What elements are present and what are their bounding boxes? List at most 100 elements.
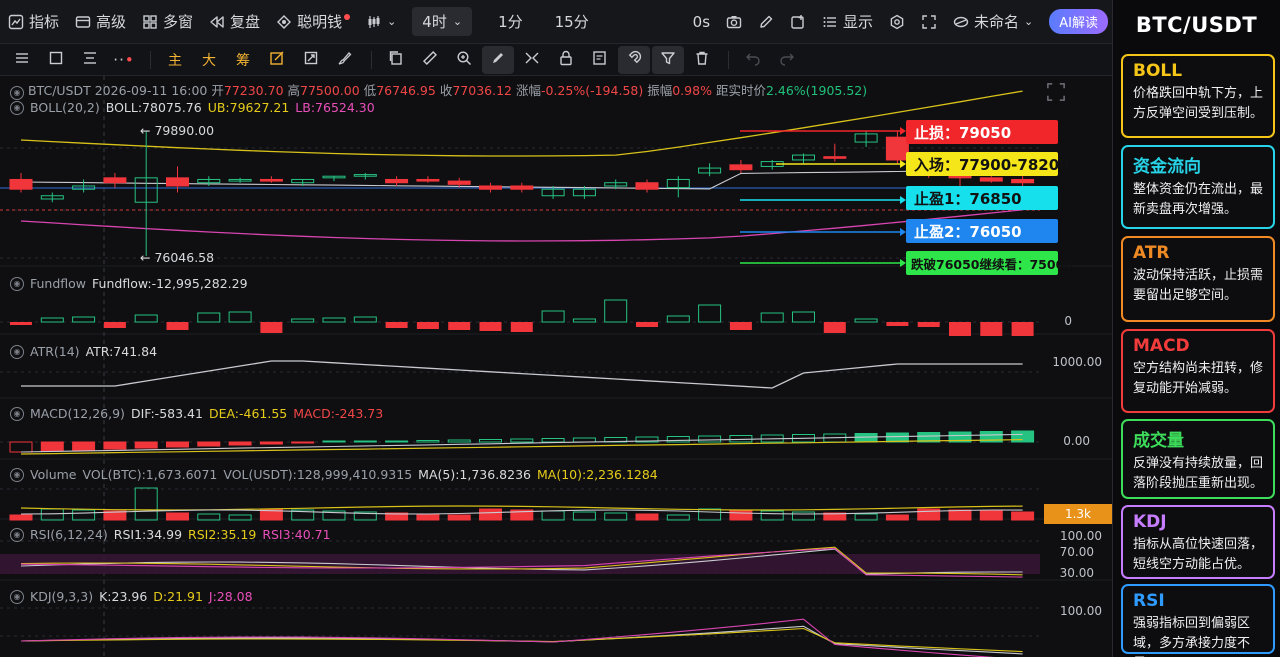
rect-button[interactable] — [40, 46, 72, 74]
eye-icon[interactable]: ◉ — [10, 100, 24, 115]
replay-label: 复盘 — [230, 13, 261, 31]
new-window-button[interactable] — [782, 0, 814, 43]
chart-area[interactable]: ◉ BTC/USDT 2026-09-11 16:00 开77230.70 高7… — [0, 76, 1112, 657]
volume-ma10: MA(10):2,236.1284 — [536, 467, 658, 482]
expand-icon[interactable] — [1046, 82, 1066, 102]
volume-bar — [885, 514, 909, 521]
change-label: 涨幅 — [515, 83, 541, 98]
magnet-icon — [626, 50, 642, 70]
tool-symmetry[interactable] — [516, 46, 548, 74]
tool-edit[interactable] — [261, 46, 293, 74]
card-title: KDJ — [1133, 512, 1167, 532]
edit-box-icon — [269, 50, 285, 70]
zoom-in-icon — [456, 50, 472, 70]
tool-chips[interactable]: 筹 — [227, 46, 259, 74]
fundflow-axis-zero: 0 — [1064, 314, 1072, 328]
undo-button[interactable] — [737, 46, 769, 74]
symbol: BTC/USDT — [27, 83, 91, 98]
volume-bar — [479, 508, 502, 521]
tool-transform[interactable] — [295, 46, 327, 74]
advanced-button[interactable]: 高级 — [67, 0, 134, 43]
tool-brush[interactable] — [329, 46, 361, 74]
eye-icon[interactable]: ◉ — [10, 276, 24, 291]
macd-axis: 0.00 — [1063, 434, 1090, 448]
menu-button[interactable] — [6, 46, 38, 74]
macd-bar — [416, 440, 440, 443]
fundflow-value: Fundflow:-12,995,282.29 — [92, 276, 248, 291]
tool-note[interactable] — [584, 46, 616, 74]
period-selected[interactable]: 4时 ⌄ — [412, 7, 473, 36]
close-label: 收 — [439, 83, 453, 98]
fundflow-bar — [10, 322, 32, 325]
candle-body — [416, 178, 440, 182]
tool-large[interactable]: 大 — [193, 46, 225, 74]
settings-button[interactable] — [881, 0, 913, 43]
rsi2: RSI2:35.19 — [188, 527, 257, 542]
candle-body — [385, 178, 409, 184]
screenshot-button[interactable] — [718, 0, 750, 43]
candle-time: 2026-09-11 16:00 — [94, 83, 208, 98]
macd-bar — [259, 441, 283, 445]
fundflow-bar — [604, 299, 628, 323]
tool-pen[interactable] — [482, 45, 514, 74]
draw-button[interactable] — [750, 0, 782, 43]
panel-title: BTC/USDT — [1135, 13, 1258, 37]
candle-body — [479, 185, 502, 190]
fundflow-bar — [353, 316, 377, 323]
tool-filter[interactable] — [652, 45, 684, 74]
eye-icon[interactable]: ◉ — [10, 85, 24, 100]
tool-zoom[interactable] — [448, 46, 480, 74]
display-button[interactable]: 显示 — [814, 0, 881, 43]
tool-magnet[interactable] — [618, 45, 650, 74]
multi-window-button[interactable]: 多窗 — [134, 0, 201, 43]
tool-lock[interactable] — [550, 46, 582, 74]
tool-main[interactable]: 主 — [159, 46, 191, 74]
fullscreen-button[interactable] — [913, 0, 945, 43]
fundflow-bar — [666, 315, 690, 323]
layout-button[interactable]: 未命名 ⌄ — [945, 0, 1041, 43]
drawing-toolbar: ··• 主 大 筹 — [0, 44, 1112, 76]
amplitude-value: 0.98% — [672, 83, 712, 98]
indicator-button[interactable]: 指标 — [0, 0, 67, 43]
rsi-axis-70: 70.00 — [1059, 545, 1094, 559]
period-1m[interactable]: 1分 — [480, 0, 541, 43]
volume-ma10-line — [20, 505, 1023, 511]
trash-icon — [694, 50, 710, 70]
replay-button[interactable]: 复盘 — [201, 0, 268, 43]
eye-icon[interactable]: ◉ — [10, 589, 24, 604]
eye-icon[interactable]: ◉ — [10, 527, 24, 542]
align-button[interactable] — [74, 46, 106, 74]
volume-price-tag: 1.3k — [1044, 504, 1112, 524]
indicator-label: 指标 — [29, 13, 60, 31]
eye-icon[interactable]: ◉ — [10, 344, 24, 359]
separator — [150, 50, 151, 69]
tool-copy[interactable] — [380, 46, 412, 74]
candle-body — [259, 178, 283, 182]
ai-button[interactable]: AI解读 — [1041, 0, 1112, 43]
chevron-down-icon: ⌄ — [387, 15, 397, 28]
period-1m-label: 1分 — [498, 13, 523, 31]
tool-ruler[interactable] — [414, 46, 446, 74]
open-value: 77230.70 — [223, 83, 284, 98]
macd-name: MACD(12,26,9) — [30, 406, 125, 421]
fundflow-bar — [103, 322, 126, 328]
eye-icon[interactable]: ◉ — [10, 467, 24, 482]
tool-delete[interactable] — [686, 46, 718, 74]
candle-body — [823, 156, 847, 159]
volume-bar — [948, 509, 972, 521]
macd-bar — [447, 439, 471, 443]
volume-bar — [40, 508, 64, 521]
list-icon — [822, 14, 838, 30]
period-15m[interactable]: 15分 — [541, 0, 603, 43]
align-icon — [82, 50, 98, 70]
eye-icon[interactable]: ◉ — [10, 406, 24, 421]
period-dropdown[interactable]: 4时 ⌄ — [404, 0, 480, 43]
chart-type-select[interactable]: ⌄ — [358, 0, 404, 43]
smart-money-button[interactable]: 聪明钱 — [268, 0, 358, 43]
fundflow-bar — [823, 322, 846, 333]
symmetry-icon — [524, 50, 540, 70]
smart-money-icon — [276, 14, 292, 30]
redo-button[interactable] — [771, 46, 803, 74]
tool-large-label: 大 — [202, 52, 216, 69]
more-button[interactable]: ··• — [108, 46, 140, 74]
